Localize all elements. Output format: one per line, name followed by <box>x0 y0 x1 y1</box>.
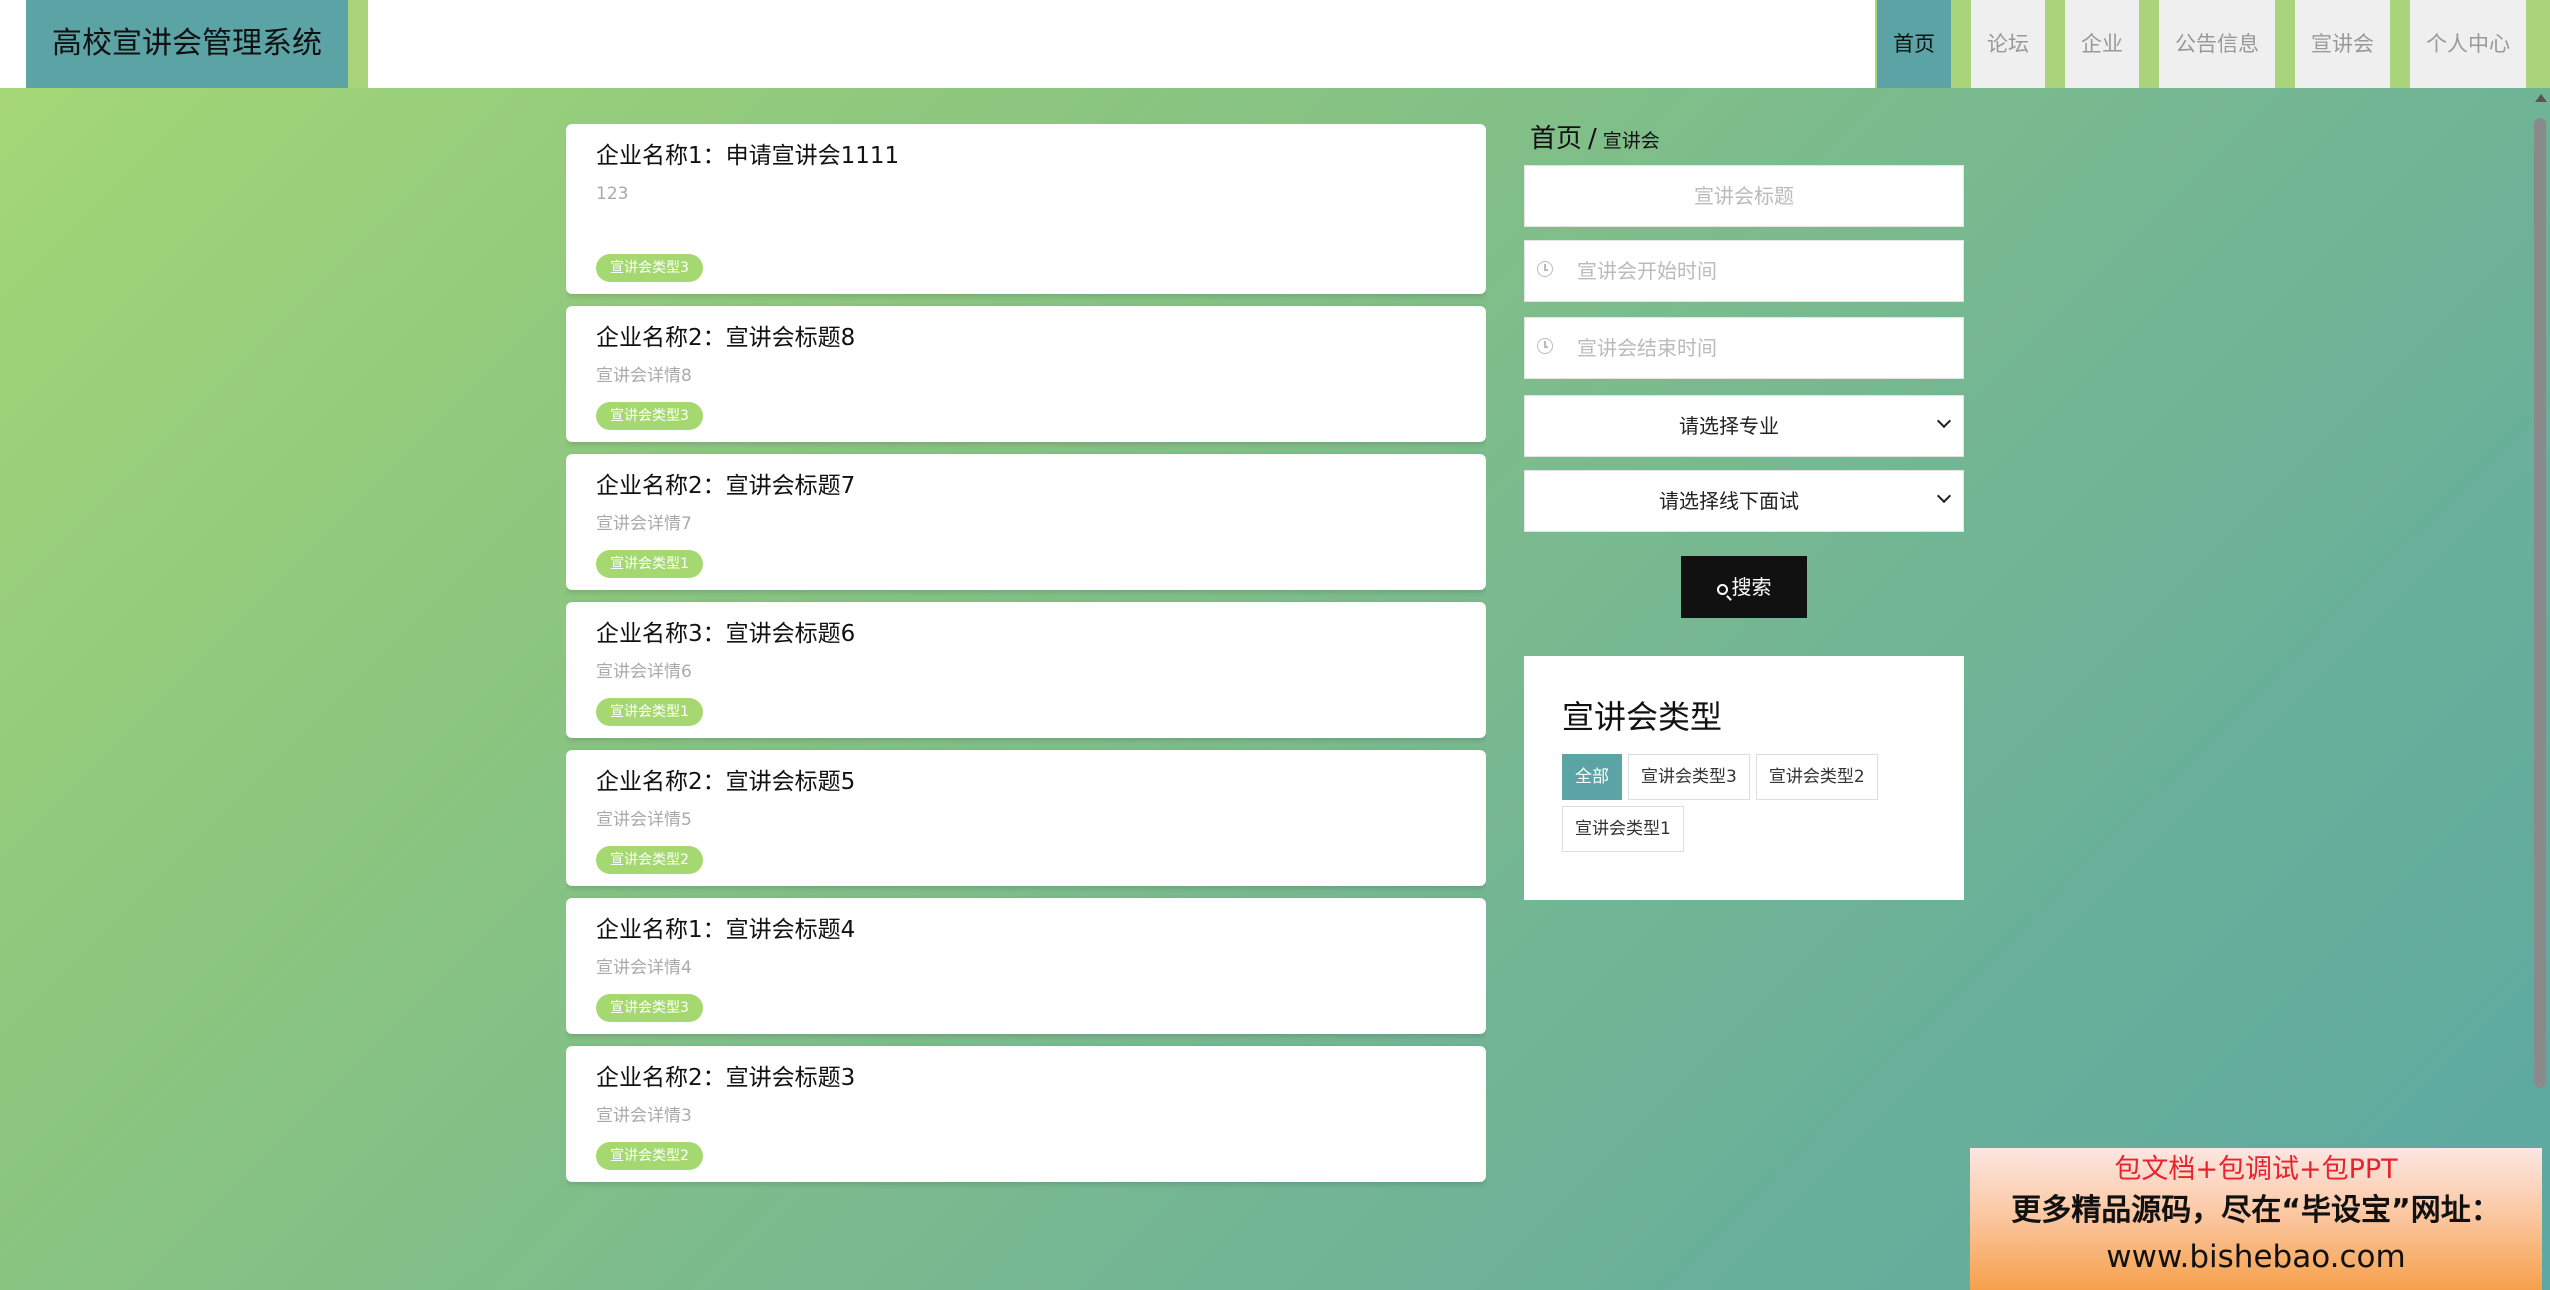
seminar-card[interactable]: 企业名称1：宣讲会标题4 宣讲会详情4 宣讲会类型3 <box>566 898 1486 1034</box>
seminar-title: 企业名称2：宣讲会标题3 <box>596 1065 856 1091</box>
nav-company[interactable]: 企业 <box>2065 0 2139 88</box>
seminar-type-panel: 宣讲会类型 全部 宣讲会类型3 宣讲会类型2 宣讲会类型1 <box>1524 656 1964 900</box>
top-header: 高校宣讲会管理系统 首页 论坛 企业 公告信息 宣讲会 个人中心 <box>0 0 2550 88</box>
main-nav: 首页 论坛 企业 公告信息 宣讲会 个人中心 <box>1875 0 2526 88</box>
breadcrumb: 首页 / 宣讲会 <box>1530 118 1660 155</box>
seminar-detail: 宣讲会详情8 <box>596 366 692 386</box>
clock-icon <box>1537 338 1553 354</box>
seminar-detail: 123 <box>596 184 629 204</box>
type-filter-tags: 全部 宣讲会类型3 宣讲会类型2 宣讲会类型1 <box>1562 754 1926 858</box>
seminar-detail: 宣讲会详情5 <box>596 810 692 830</box>
seminar-title: 企业名称2：宣讲会标题7 <box>596 473 856 499</box>
type-panel-title: 宣讲会类型 <box>1562 698 1723 736</box>
page-scrollbar[interactable] <box>2530 90 2550 1290</box>
type-filter-2[interactable]: 宣讲会类型2 <box>1755 754 1878 800</box>
seminar-type-badge: 宣讲会类型3 <box>596 994 703 1022</box>
seminar-list: 企业名称1：申请宣讲会1111 123 宣讲会类型3 企业名称2：宣讲会标题8 … <box>566 124 1486 1249</box>
interview-select[interactable]: 请选择线下面试 <box>1524 470 1964 532</box>
major-select[interactable]: 请选择专业 <box>1524 395 1964 457</box>
seminar-type-badge: 宣讲会类型3 <box>596 254 703 282</box>
search-button-label: 搜索 <box>1731 577 1772 599</box>
nav-seminars[interactable]: 宣讲会 <box>2295 0 2390 88</box>
breadcrumb-home[interactable]: 首页 <box>1530 124 1582 154</box>
seminar-detail: 宣讲会详情4 <box>596 958 692 978</box>
seminar-detail: 宣讲会详情7 <box>596 514 692 534</box>
seminar-card[interactable]: 企业名称1：申请宣讲会1111 123 宣讲会类型3 <box>566 124 1486 294</box>
nav-forum[interactable]: 论坛 <box>1971 0 2045 88</box>
scrollbar-thumb[interactable] <box>2534 118 2546 1088</box>
nav-home[interactable]: 首页 <box>1877 0 1951 88</box>
major-select-value: 请选择专业 <box>1679 414 1779 438</box>
start-time-field <box>1524 240 1964 302</box>
promo-banner[interactable]: 包文档+包调试+包PPT 更多精品源码，尽在“毕设宝”网址： www.bishe… <box>1970 1148 2542 1290</box>
promo-line-source: 更多精品源码，尽在“毕设宝”网址： <box>2011 1193 2501 1228</box>
seminar-card[interactable]: 企业名称2：宣讲会标题8 宣讲会详情8 宣讲会类型3 <box>566 306 1486 442</box>
title-search-input[interactable] <box>1525 166 1963 226</box>
end-time-input[interactable] <box>1525 318 1963 378</box>
seminar-type-badge: 宣讲会类型2 <box>596 1142 703 1170</box>
chevron-down-icon <box>1936 488 1952 504</box>
seminar-type-badge: 宣讲会类型3 <box>596 402 703 430</box>
seminar-title: 企业名称3：宣讲会标题6 <box>596 621 856 647</box>
seminar-card[interactable]: 企业名称2：宣讲会标题3 宣讲会详情3 宣讲会类型2 <box>566 1046 1486 1182</box>
seminar-card[interactable]: 企业名称2：宣讲会标题7 宣讲会详情7 宣讲会类型1 <box>566 454 1486 590</box>
search-icon <box>1716 584 1728 595</box>
search-button[interactable]: 搜索 <box>1681 556 1807 618</box>
breadcrumb-current: 宣讲会 <box>1602 130 1660 152</box>
seminar-detail: 宣讲会详情6 <box>596 662 692 682</box>
site-title[interactable]: 高校宣讲会管理系统 <box>26 0 368 88</box>
seminar-type-badge: 宣讲会类型2 <box>596 846 703 874</box>
seminar-card[interactable]: 企业名称3：宣讲会标题6 宣讲会详情6 宣讲会类型1 <box>566 602 1486 738</box>
type-filter-all[interactable]: 全部 <box>1562 754 1622 800</box>
clock-icon <box>1537 261 1553 277</box>
nav-profile[interactable]: 个人中心 <box>2410 0 2526 88</box>
type-filter-1[interactable]: 宣讲会类型1 <box>1562 806 1684 852</box>
seminar-title: 企业名称1：申请宣讲会1111 <box>596 143 900 169</box>
nav-announcements[interactable]: 公告信息 <box>2159 0 2275 88</box>
promo-line-services: 包文档+包调试+包PPT <box>2114 1154 2398 1185</box>
seminar-title: 企业名称2：宣讲会标题8 <box>596 325 856 351</box>
chevron-down-icon <box>1936 413 1952 429</box>
seminar-card[interactable]: 企业名称2：宣讲会标题5 宣讲会详情5 宣讲会类型2 <box>566 750 1486 886</box>
seminar-detail: 宣讲会详情3 <box>596 1106 692 1126</box>
seminar-title: 企业名称2：宣讲会标题5 <box>596 769 856 795</box>
type-filter-3[interactable]: 宣讲会类型3 <box>1628 754 1750 800</box>
start-time-input[interactable] <box>1525 241 1963 301</box>
seminar-type-badge: 宣讲会类型1 <box>596 550 703 578</box>
seminar-title: 企业名称1：宣讲会标题4 <box>596 917 856 943</box>
breadcrumb-separator: / <box>1588 124 1597 154</box>
promo-line-url: www.bishebao.com <box>2106 1239 2406 1275</box>
scroll-up-arrow-icon[interactable] <box>2535 94 2547 102</box>
seminar-type-badge: 宣讲会类型1 <box>596 698 703 726</box>
end-time-field <box>1524 317 1964 379</box>
title-search-field <box>1524 165 1964 227</box>
interview-select-value: 请选择线下面试 <box>1659 489 1799 513</box>
